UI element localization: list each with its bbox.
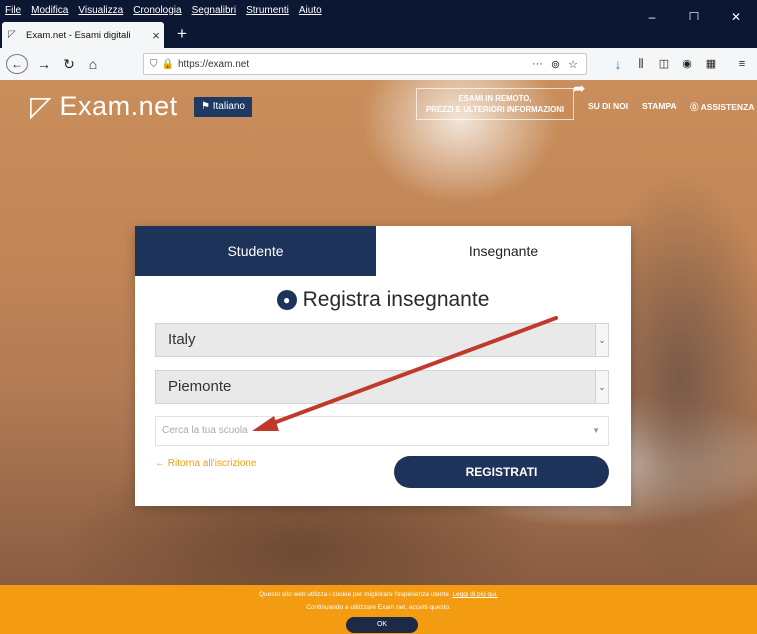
menu-hamburger-icon[interactable]: ≡ <box>734 54 750 74</box>
url-text[interactable]: https://exam.net <box>178 59 532 70</box>
promo-line1: ESAMI IN REMOTO, <box>458 94 532 103</box>
region-select[interactable]: Piemonte ⌄ <box>155 370 609 404</box>
menu-cronologia[interactable]: Cronologia <box>128 5 186 16</box>
promo-line2: PREZZI E ULTERIORI INFORMAZIONI <box>425 105 565 114</box>
cookie-line2: Continuando a utilizzare Exam.net, accet… <box>306 604 451 611</box>
language-button[interactable]: ⚑ Italiano <box>194 97 252 117</box>
nav-help[interactable]: ⓪ ASSISTENZA <box>690 101 754 113</box>
back-link-label: Ritorna all'iscrizione <box>167 458 257 469</box>
exam-logo-icon: ◸ <box>30 90 52 122</box>
nav-help-label: ASSISTENZA <box>700 102 755 112</box>
menu-aiuto[interactable]: Aiuto <box>294 5 327 16</box>
downloads-icon[interactable]: ↓ <box>610 54 626 74</box>
chevron-down-icon: ⌄ <box>595 324 608 356</box>
new-tab-button[interactable]: + <box>170 22 194 46</box>
caret-down-icon: ▼ <box>592 426 600 435</box>
tab-strip: ◸ Exam.net - Esami digitali × + <box>0 20 757 48</box>
library-icon[interactable]: ⫼ <box>633 54 649 74</box>
chevron-down-icon: ⌄ <box>595 371 608 403</box>
close-tab-icon[interactable]: × <box>148 28 164 43</box>
school-placeholder: Cerca la tua scuola <box>162 425 248 436</box>
cookie-text: Questo sito web utilizza i cookie per mi… <box>258 591 451 598</box>
user-circle-icon: ● <box>276 290 297 310</box>
arrow-left-icon: ← <box>155 458 165 469</box>
address-bar[interactable]: ⛉ 🔒 https://exam.net ··· ⊚ ☆ <box>143 53 587 75</box>
tab-teacher[interactable]: Insegnante <box>376 226 631 276</box>
country-value: Italy <box>168 331 196 348</box>
register-button[interactable]: REGISTRATI <box>394 456 609 488</box>
form-title-text: Registra insegnante <box>302 288 490 311</box>
menu-modifica[interactable]: Modifica <box>26 5 73 16</box>
share-arrow-icon: ➦ <box>573 80 585 96</box>
nav-print[interactable]: STAMPA <box>642 101 677 111</box>
cookie-more-link[interactable]: Leggi di più qui. <box>452 591 498 598</box>
tab-title: Exam.net - Esami digitali <box>26 29 131 41</box>
nav-about[interactable]: SU DI NOI <box>588 101 628 111</box>
exam-favicon-icon: ◸ <box>8 29 16 40</box>
account-icon[interactable]: ◉ <box>679 54 695 74</box>
sidebar-icon[interactable]: ◫ <box>656 54 672 74</box>
registration-card: Studente Insegnante ● Registra insegnante… <box>135 226 631 506</box>
menu-file[interactable]: File <box>0 5 26 16</box>
help-icon: ⓪ <box>690 102 699 112</box>
bookmark-star-icon[interactable]: ☆ <box>568 58 578 71</box>
promo-box[interactable]: ESAMI IN REMOTO, PREZZI E ULTERIORI INFO… <box>416 81 585 120</box>
shield-icon[interactable]: ⛉ <box>150 59 158 70</box>
cookie-ok-button[interactable]: OK <box>346 617 418 633</box>
pocket-icon[interactable]: ⊚ <box>551 58 560 71</box>
region-value: Piemonte <box>168 378 232 395</box>
site-logo[interactable]: ◸ Exam.net <box>30 86 178 126</box>
logo-text: Exam.net <box>59 90 178 121</box>
language-icon: ⚑ <box>201 101 210 112</box>
form-title: ● Registra insegnante <box>135 288 631 312</box>
cookie-line1: Questo sito web utilizza i cookie per mi… <box>0 591 757 598</box>
extensions-icon[interactable]: ▦ <box>703 54 719 74</box>
back-to-signup-link[interactable]: ← Ritorna all'iscrizione <box>155 458 256 469</box>
browser-tab[interactable]: ◸ Exam.net - Esami digitali × <box>2 22 164 48</box>
reload-button[interactable]: ↻ <box>60 54 78 74</box>
more-actions-icon[interactable]: ··· <box>532 58 543 70</box>
forward-button[interactable]: → <box>36 54 52 74</box>
cookie-banner: Questo sito web utilizza i cookie per mi… <box>0 585 757 634</box>
home-button[interactable]: ⌂ <box>84 54 102 74</box>
tab-student[interactable]: Studente <box>135 226 376 276</box>
menu-strumenti[interactable]: Strumenti <box>241 5 294 16</box>
school-search-input[interactable]: Cerca la tua scuola ▼ <box>155 416 609 446</box>
language-label: Italiano <box>212 101 245 112</box>
navigation-bar: ← → ↻ ⌂ ⛉ 🔒 https://exam.net ··· ⊚ ☆ ↓ ⫼… <box>0 48 757 81</box>
menu-visualizza[interactable]: Visualizza <box>73 5 128 16</box>
page-content: ◸ Exam.net ⚑ Italiano ESAMI IN REMOTO, P… <box>0 80 757 585</box>
back-button[interactable]: ← <box>6 54 28 74</box>
country-select[interactable]: Italy ⌄ <box>155 323 609 357</box>
menu-segnalibri[interactable]: Segnalibri <box>187 5 241 16</box>
lock-icon[interactable]: 🔒 <box>162 59 174 70</box>
